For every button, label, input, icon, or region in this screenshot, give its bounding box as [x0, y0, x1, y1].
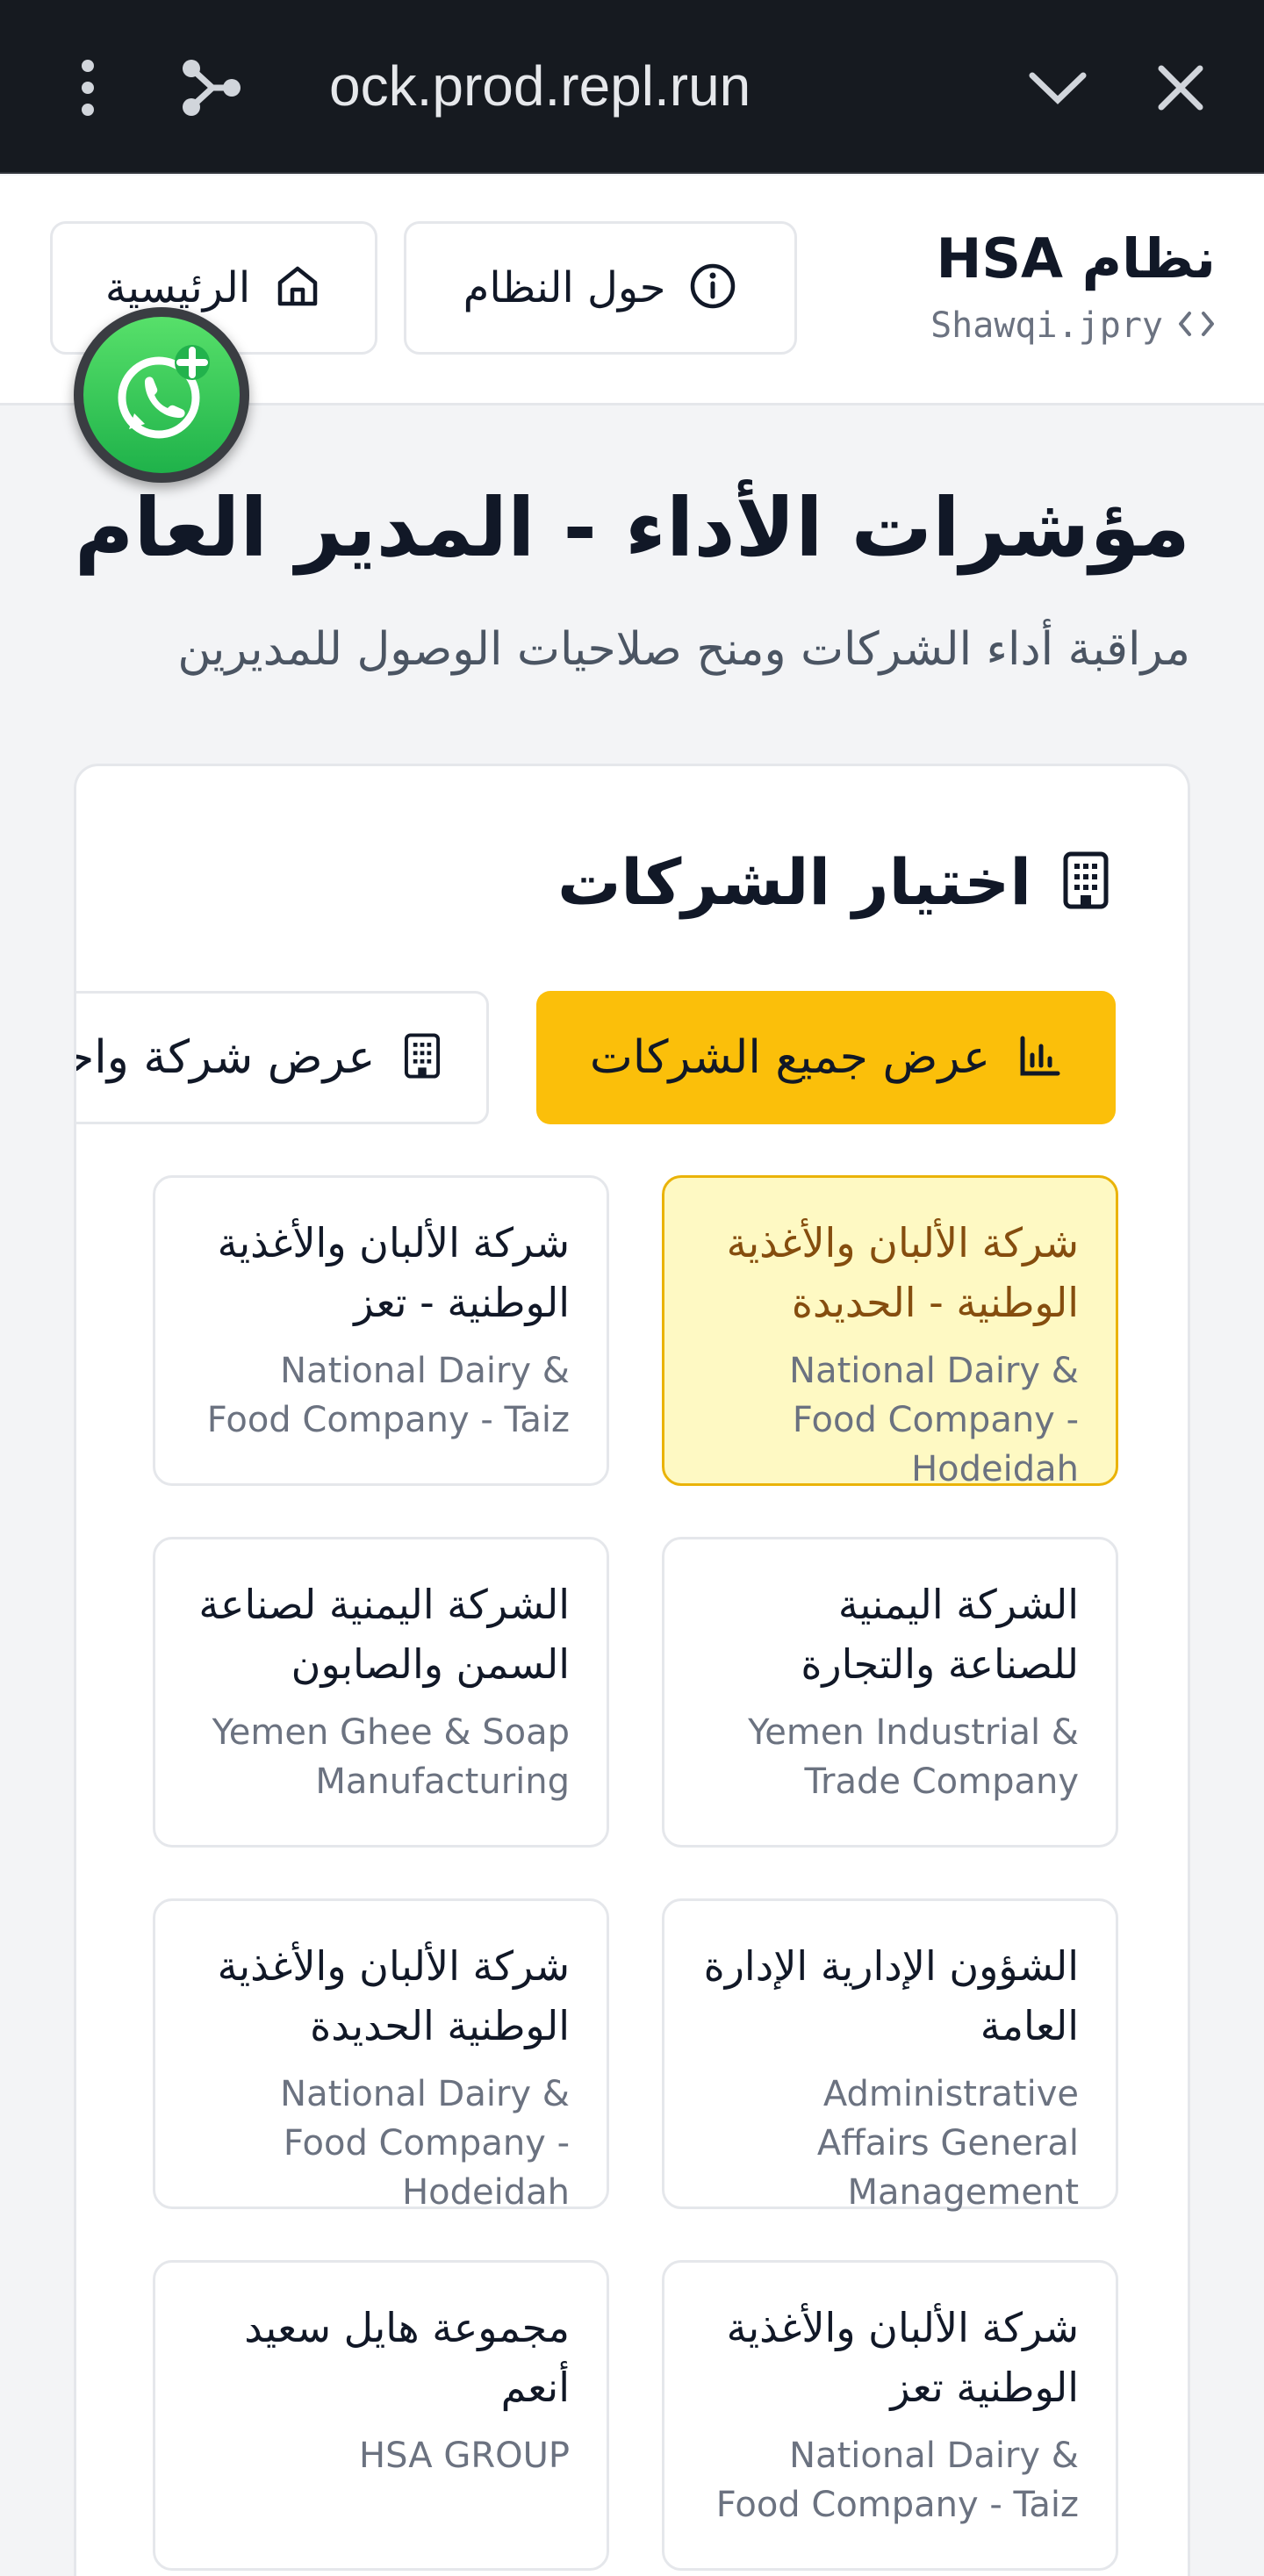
company-name-ar: شركة الألبان والأغذية الوطنية تعز [726, 2304, 1079, 2411]
show-all-companies-button[interactable]: عرض جميع الشركات [536, 991, 1116, 1124]
page-title: مؤشرات الأداء - المدير العام [74, 481, 1190, 575]
about-system-button[interactable]: حول النظام [404, 221, 797, 355]
whatsapp-icon [83, 317, 240, 473]
kebab-menu-icon[interactable] [53, 53, 123, 123]
company-name-en: National Dairy & Food Company - Taiz [715, 2436, 1079, 2525]
company-name-ar: الشركة اليمنية لصناعة السمن والصابون [198, 1581, 570, 1688]
brand-subtitle: Shawqi.jpry [930, 305, 1216, 346]
code-icon [1177, 308, 1216, 343]
company-name-ar: مجموعة هايل سعيد أنعم [244, 2304, 570, 2411]
company-card-taiz-2[interactable]: شركة الألبان والأغذية الوطنية تعز Nation… [662, 2260, 1118, 2571]
browser-toolbar: ock.prod.repl.run [0, 0, 1264, 174]
company-selection-card: اختيار الشركات عرض جميع الشركات عرض شركة… [74, 764, 1190, 2576]
card-header: اختيار الشركات [557, 845, 1110, 919]
company-name-ar: شركة الألبان والأغذية الوطنية - الحديدة [726, 1219, 1079, 1326]
company-name-en: National Dairy & Food Company - Taiz [206, 1351, 570, 1440]
home-icon [273, 262, 322, 314]
company-card-ghee-soap[interactable]: الشركة اليمنية لصناعة السمن والصابون Yem… [153, 1537, 609, 1848]
company-name-ar: الشركة اليمنية للصناعة والتجارة [801, 1581, 1079, 1688]
company-name-en: HSA GROUP [359, 2436, 570, 2476]
home-label: الرئيسية [104, 263, 251, 312]
company-name-en: National Dairy & Food Company - Hodeidah [280, 2074, 570, 2213]
close-icon[interactable] [1141, 48, 1220, 127]
company-name-en: Administrative Affairs General Managemen… [816, 2074, 1079, 2213]
page-subtitle: مراقبة أداء الشركات ومنح صلاحيات الوصول … [177, 623, 1190, 676]
company-card-admin-affairs[interactable]: الشؤون الإدارية الإدارة العامة Administr… [662, 1898, 1118, 2213]
show-all-companies-label: عرض جميع الشركات [589, 1031, 991, 1084]
show-single-company-label: عرض شركة واحدة [76, 1031, 376, 1084]
company-card-yemen-industrial[interactable]: الشركة اليمنية للصناعة والتجارة Yemen In… [662, 1537, 1118, 1848]
company-card-taiz[interactable]: شركة الألبان والأغذية الوطنية - تعز Nati… [153, 1175, 609, 1486]
bar-chart-icon [1018, 1034, 1062, 1081]
building-icon [1061, 850, 1110, 915]
company-card-hodeidah-selected[interactable]: شركة الألبان والأغذية الوطنية - الحديدة … [662, 1175, 1118, 1489]
brand-subtitle-text: Shawqi.jpry [930, 305, 1163, 346]
company-name-ar: شركة الألبان والأغذية الوطنية - تعز [217, 1219, 570, 1326]
show-single-company-button[interactable]: عرض شركة واحدة [76, 991, 489, 1124]
about-system-label: حول النظام [463, 263, 666, 312]
chevron-down-icon[interactable] [1018, 48, 1097, 127]
company-name-en: National Dairy & Food Company - Hodeidah [789, 1351, 1079, 1489]
address-bar-url[interactable]: ock.prod.repl.run [329, 42, 1014, 130]
company-card-hodeidah-2[interactable]: شركة الألبان والأغذية الوطنية الحديدة Na… [153, 1898, 609, 2213]
whatsapp-button[interactable] [74, 307, 249, 483]
info-icon [688, 262, 737, 314]
company-card-hsa-group[interactable]: مجموعة هايل سعيد أنعم HSA GROUP [153, 2260, 609, 2571]
company-name-ar: شركة الألبان والأغذية الوطنية الحديدة [217, 1942, 570, 2049]
brand-title: نظام HSA [936, 226, 1216, 291]
card-title: اختيار الشركات [557, 845, 1031, 919]
building-icon [403, 1031, 442, 1084]
company-name-en: Yemen Industrial & Trade Company [748, 1712, 1079, 1802]
company-name-en: Yemen Ghee & Soap Manufacturing [212, 1712, 570, 1802]
company-name-ar: الشؤون الإدارية الإدارة العامة [703, 1942, 1079, 2049]
share-icon[interactable] [171, 48, 250, 127]
